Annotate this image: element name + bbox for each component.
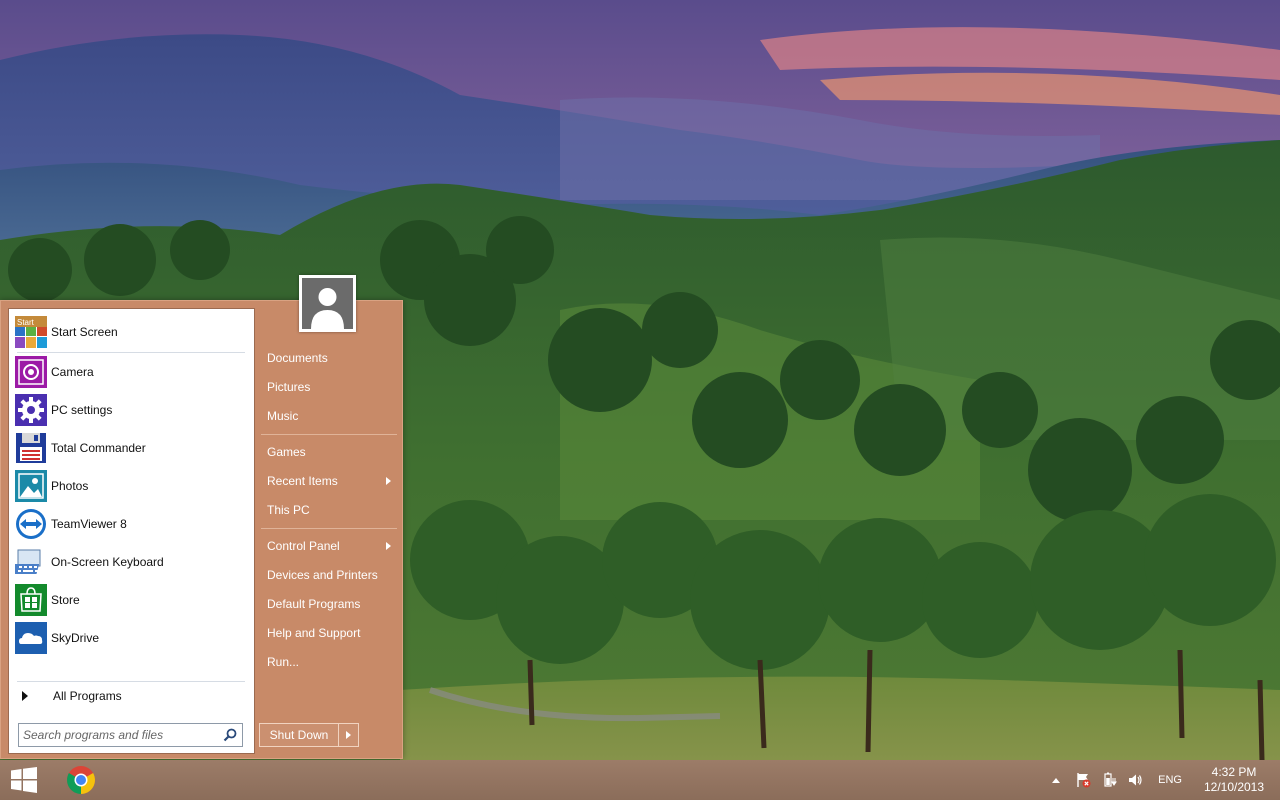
- place-documents[interactable]: Documents: [259, 345, 399, 371]
- pinned-item-label: Camera: [51, 365, 94, 379]
- pinned-item-label: Start Screen: [51, 325, 118, 339]
- shutdown-options-button[interactable]: [339, 724, 358, 746]
- pinned-item-photos[interactable]: Photos: [13, 468, 249, 504]
- pinned-item-label: On-Screen Keyboard: [51, 555, 164, 569]
- shutdown-button[interactable]: Shut Down: [260, 724, 339, 746]
- place-label: Help and Support: [267, 626, 361, 640]
- place-label: Documents: [267, 351, 328, 365]
- search-box: [18, 723, 243, 747]
- start-menu: Start Start Screen Camera PC settings To…: [0, 300, 403, 759]
- taskbar-clock[interactable]: 4:32 PM 12/10/2013: [1192, 765, 1276, 795]
- show-hidden-icons-button[interactable]: [1052, 777, 1061, 783]
- place-label: Recent Items: [267, 474, 338, 488]
- place-recent-items[interactable]: Recent Items: [259, 468, 399, 494]
- place-pictures[interactable]: Pictures: [259, 374, 399, 400]
- gear-icon: [15, 394, 47, 426]
- pinned-item-start-screen[interactable]: Start Start Screen: [13, 314, 249, 350]
- pinned-item-label: Store: [51, 593, 80, 607]
- place-label: Default Programs: [267, 597, 361, 611]
- cloud-icon: [15, 622, 47, 654]
- pinned-item-label: Photos: [51, 479, 89, 493]
- pinned-item-camera[interactable]: Camera: [13, 354, 249, 390]
- user-account-picture[interactable]: [299, 275, 356, 332]
- search-input[interactable]: [23, 725, 220, 745]
- shutdown-button-group: Shut Down: [259, 723, 359, 747]
- all-programs-separator: [17, 681, 245, 682]
- input-language-indicator[interactable]: ENG: [1158, 774, 1182, 786]
- pinned-item-skydrive[interactable]: SkyDrive: [13, 620, 249, 656]
- pinned-item-pc-settings[interactable]: PC settings: [13, 392, 249, 428]
- keyboard-icon: [8, 546, 47, 578]
- place-run[interactable]: Run...: [259, 649, 399, 675]
- place-label: Pictures: [267, 380, 311, 394]
- taskbar: ENG 4:32 PM 12/10/2013: [0, 760, 1280, 800]
- all-programs-label: All Programs: [53, 689, 122, 703]
- place-label: Run...: [267, 655, 300, 669]
- user-avatar-icon: [302, 278, 353, 329]
- chevron-right-icon: [346, 731, 351, 739]
- triangle-right-icon: [22, 691, 28, 701]
- place-music[interactable]: Music: [259, 403, 399, 429]
- start-screen-icon-text: Start: [17, 318, 35, 327]
- search-icon[interactable]: [220, 725, 240, 745]
- start-button[interactable]: [0, 760, 48, 800]
- camera-icon: [15, 356, 47, 388]
- place-games[interactable]: Games: [259, 439, 399, 465]
- teamviewer-icon: [15, 508, 47, 540]
- pinned-item-label: PC settings: [51, 403, 113, 417]
- chrome-icon: [67, 766, 95, 794]
- pinned-item-label: SkyDrive: [51, 631, 100, 645]
- pinned-item-store[interactable]: Store: [13, 582, 249, 618]
- start-menu-programs-pane: Start Start Screen Camera PC settings To…: [8, 308, 255, 754]
- pinned-item-teamviewer[interactable]: TeamViewer 8: [13, 506, 249, 542]
- place-control-panel[interactable]: Control Panel: [259, 533, 399, 559]
- place-default-programs[interactable]: Default Programs: [259, 591, 399, 617]
- power-battery-icon[interactable]: [1100, 771, 1118, 789]
- place-devices-and-printers[interactable]: Devices and Printers: [259, 562, 399, 588]
- places-separator: [261, 434, 397, 435]
- action-center-flag-icon[interactable]: [1074, 771, 1092, 789]
- windows-logo-icon: [11, 767, 37, 793]
- place-label: Games: [267, 445, 306, 459]
- start-screen-icon: Start: [15, 316, 47, 348]
- submenu-arrow-icon: [386, 542, 391, 550]
- place-this-pc[interactable]: This PC: [259, 497, 399, 523]
- store-icon: [15, 584, 47, 616]
- places-separator: [261, 528, 397, 529]
- pinned-separator: [17, 352, 245, 353]
- place-label: This PC: [267, 503, 310, 517]
- all-programs-button[interactable]: All Programs: [17, 683, 245, 709]
- place-label: Control Panel: [267, 539, 340, 553]
- pinned-item-label: TeamViewer 8: [51, 517, 127, 531]
- place-label: Devices and Printers: [267, 568, 378, 582]
- photos-icon: [15, 470, 47, 502]
- pinned-item-label: Total Commander: [51, 441, 146, 455]
- submenu-arrow-icon: [386, 477, 391, 485]
- start-menu-places-pane: Documents Pictures Music Games Recent It…: [259, 301, 404, 760]
- system-tray: ENG 4:32 PM 12/10/2013: [1052, 760, 1280, 800]
- pinned-item-on-screen-keyboard[interactable]: On-Screen Keyboard: [8, 544, 249, 580]
- pinned-item-total-commander[interactable]: Total Commander: [13, 430, 249, 466]
- place-help-and-support[interactable]: Help and Support: [259, 620, 399, 646]
- place-label: Music: [267, 409, 299, 423]
- clock-time: 4:32 PM: [1211, 765, 1257, 779]
- clock-date: 12/10/2013: [1203, 780, 1265, 794]
- floppy-disk-icon: [15, 432, 47, 464]
- volume-icon[interactable]: [1126, 771, 1144, 789]
- taskbar-chrome-button[interactable]: [58, 760, 104, 800]
